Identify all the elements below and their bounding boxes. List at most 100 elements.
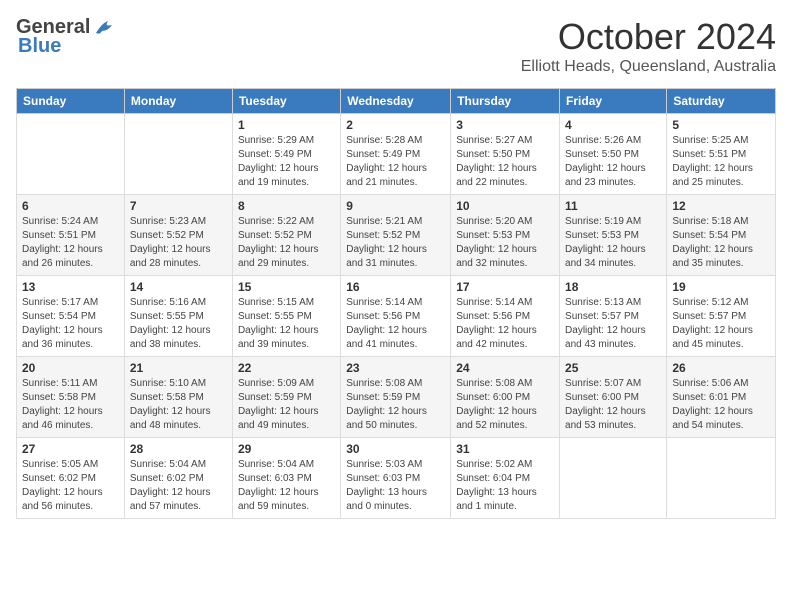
calendar-cell [560,438,667,519]
logo: General Blue [16,16,116,58]
header-row: SundayMondayTuesdayWednesdayThursdayFrid… [17,89,776,114]
week-row-2: 6Sunrise: 5:24 AMSunset: 5:51 PMDaylight… [17,195,776,276]
cell-info: Sunrise: 5:14 AMSunset: 5:56 PMDaylight:… [346,296,445,352]
cell-date: 21 [130,361,227,375]
week-row-4: 20 Sunrise: 5:11 AMSunset: 5:58 PMDayligh… [17,357,776,438]
week-row-5: 27Sunrise: 5:05 AMSunset: 6:02 PMDayligh… [17,438,776,519]
calendar-cell: 21 Sunrise: 5:10 AMSunset: 5:58 PMDayligh… [124,357,232,438]
cell-info: Sunrise: 5:04 AMSunset: 6:02 PMDaylight:… [130,458,227,514]
cell-date: 10 [456,199,554,213]
cell-date: 22 [238,361,335,375]
week-row-1: 1 Sunrise: 5:29 AMSunset: 5:49 PMDaylight… [17,114,776,195]
page-header: General Blue October 2024 Elliott Heads,… [16,16,776,76]
cell-info: Sunrise: 5:24 AMSunset: 5:51 PMDaylight:… [22,215,119,271]
cell-date: 16 [346,280,445,294]
calendar-cell: 9 Sunrise: 5:21 AMSunset: 5:52 PMDaylight… [341,195,451,276]
cell-date: 24 [456,361,554,375]
cell-date: 28 [130,442,227,456]
calendar-cell: 1 Sunrise: 5:29 AMSunset: 5:49 PMDaylight… [232,114,340,195]
cell-date: 29 [238,442,335,456]
calendar-cell: 25 Sunrise: 5:07 AMSunset: 6:00 PMDayligh… [560,357,667,438]
calendar-cell: 17 Sunrise: 5:14 AMSunset: 5:56 PMDayligh… [451,276,560,357]
cell-info: Sunrise: 5:18 AMSunset: 5:54 PMDaylight:… [672,215,770,271]
cell-info: Sunrise: 5:15 AMSunset: 5:55 PMDaylight:… [238,296,335,352]
cell-date: 26 [672,361,770,375]
cell-date: 25 [565,361,661,375]
cell-date: 19 [672,280,770,294]
cell-date: 1 [238,118,335,132]
calendar-cell: 23Sunrise: 5:08 AMSunset: 5:59 PMDayligh… [341,357,451,438]
cell-info: Sunrise: 5:27 AMSunset: 5:50 PMDaylight:… [456,134,554,190]
cell-info: Sunrise: 5:12 AMSunset: 5:57 PMDaylight:… [672,296,770,352]
calendar-cell: 14 Sunrise: 5:16 AMSunset: 5:55 PMDayligh… [124,276,232,357]
cell-info: Sunrise: 5:13 AMSunset: 5:57 PMDaylight:… [565,296,661,352]
calendar-cell: 15 Sunrise: 5:15 AMSunset: 5:55 PMDayligh… [232,276,340,357]
header-thursday: Thursday [451,89,560,114]
calendar-cell: 18Sunrise: 5:13 AMSunset: 5:57 PMDayligh… [560,276,667,357]
cell-date: 30 [346,442,445,456]
calendar-cell: 2 Sunrise: 5:28 AMSunset: 5:49 PMDaylight… [341,114,451,195]
cell-date: 15 [238,280,335,294]
cell-info: Sunrise: 5:08 AMSunset: 5:59 PMDaylight:… [346,377,445,433]
calendar-cell: 12Sunrise: 5:18 AMSunset: 5:54 PMDayligh… [667,195,776,276]
cell-info: Sunrise: 5:14 AMSunset: 5:56 PMDaylight:… [456,296,554,352]
cell-info: Sunrise: 5:21 AMSunset: 5:52 PMDaylight:… [346,215,445,271]
header-monday: Monday [124,89,232,114]
calendar-cell: 3 Sunrise: 5:27 AMSunset: 5:50 PMDaylight… [451,114,560,195]
calendar-cell: 8Sunrise: 5:22 AMSunset: 5:52 PMDaylight… [232,195,340,276]
calendar-cell: 19 Sunrise: 5:12 AMSunset: 5:57 PMDayligh… [667,276,776,357]
calendar-cell: 26 Sunrise: 5:06 AMSunset: 6:01 PMDayligh… [667,357,776,438]
cell-date: 17 [456,280,554,294]
cell-date: 3 [456,118,554,132]
calendar-cell: 16 Sunrise: 5:14 AMSunset: 5:56 PMDayligh… [341,276,451,357]
cell-info: Sunrise: 5:11 AMSunset: 5:58 PMDaylight:… [22,377,119,433]
cell-date: 14 [130,280,227,294]
cell-date: 11 [565,199,661,213]
calendar-cell: 5Sunrise: 5:25 AMSunset: 5:51 PMDaylight… [667,114,776,195]
cell-date: 13 [22,280,119,294]
calendar-cell [17,114,125,195]
logo-bird-icon [94,19,116,37]
cell-info: Sunrise: 5:10 AMSunset: 5:58 PMDaylight:… [130,377,227,433]
calendar-cell: 6Sunrise: 5:24 AMSunset: 5:51 PMDaylight… [17,195,125,276]
header-tuesday: Tuesday [232,89,340,114]
cell-info: Sunrise: 5:19 AMSunset: 5:53 PMDaylight:… [565,215,661,271]
calendar-cell: 29Sunrise: 5:04 AMSunset: 6:03 PMDayligh… [232,438,340,519]
cell-info: Sunrise: 5:20 AMSunset: 5:53 PMDaylight:… [456,215,554,271]
cell-date: 7 [130,199,227,213]
calendar-cell: 11 Sunrise: 5:19 AMSunset: 5:53 PMDayligh… [560,195,667,276]
cell-date: 2 [346,118,445,132]
cell-info: Sunrise: 5:07 AMSunset: 6:00 PMDaylight:… [565,377,661,433]
cell-info: Sunrise: 5:05 AMSunset: 6:02 PMDaylight:… [22,458,119,514]
calendar-cell: 10 Sunrise: 5:20 AMSunset: 5:53 PMDayligh… [451,195,560,276]
cell-date: 31 [456,442,554,456]
cell-info: Sunrise: 5:06 AMSunset: 6:01 PMDaylight:… [672,377,770,433]
logo-blue: Blue [18,35,61,58]
month-title: October 2024 [521,16,776,58]
cell-info: Sunrise: 5:03 AMSunset: 6:03 PMDaylight:… [346,458,445,514]
calendar-cell [667,438,776,519]
calendar-table: SundayMondayTuesdayWednesdayThursdayFrid… [16,88,776,519]
calendar-cell: 31 Sunrise: 5:02 AMSunset: 6:04 PMDayligh… [451,438,560,519]
cell-date: 8 [238,199,335,213]
cell-info: Sunrise: 5:28 AMSunset: 5:49 PMDaylight:… [346,134,445,190]
cell-info: Sunrise: 5:16 AMSunset: 5:55 PMDaylight:… [130,296,227,352]
cell-info: Sunrise: 5:29 AMSunset: 5:49 PMDaylight:… [238,134,335,190]
cell-date: 4 [565,118,661,132]
cell-info: Sunrise: 5:17 AMSunset: 5:54 PMDaylight:… [22,296,119,352]
title-section: October 2024 Elliott Heads, Queensland, … [521,16,776,76]
header-sunday: Sunday [17,89,125,114]
header-wednesday: Wednesday [341,89,451,114]
header-friday: Friday [560,89,667,114]
calendar-cell: 28 Sunrise: 5:04 AMSunset: 6:02 PMDayligh… [124,438,232,519]
calendar-cell: 30 Sunrise: 5:03 AMSunset: 6:03 PMDayligh… [341,438,451,519]
calendar-cell: 24 Sunrise: 5:08 AMSunset: 6:00 PMDayligh… [451,357,560,438]
cell-date: 20 [22,361,119,375]
calendar-cell: 27Sunrise: 5:05 AMSunset: 6:02 PMDayligh… [17,438,125,519]
cell-info: Sunrise: 5:02 AMSunset: 6:04 PMDaylight:… [456,458,554,514]
cell-info: Sunrise: 5:08 AMSunset: 6:00 PMDaylight:… [456,377,554,433]
cell-date: 9 [346,199,445,213]
calendar-cell: 13 Sunrise: 5:17 AMSunset: 5:54 PMDayligh… [17,276,125,357]
location-title: Elliott Heads, Queensland, Australia [521,58,776,76]
calendar-cell: 20 Sunrise: 5:11 AMSunset: 5:58 PMDayligh… [17,357,125,438]
